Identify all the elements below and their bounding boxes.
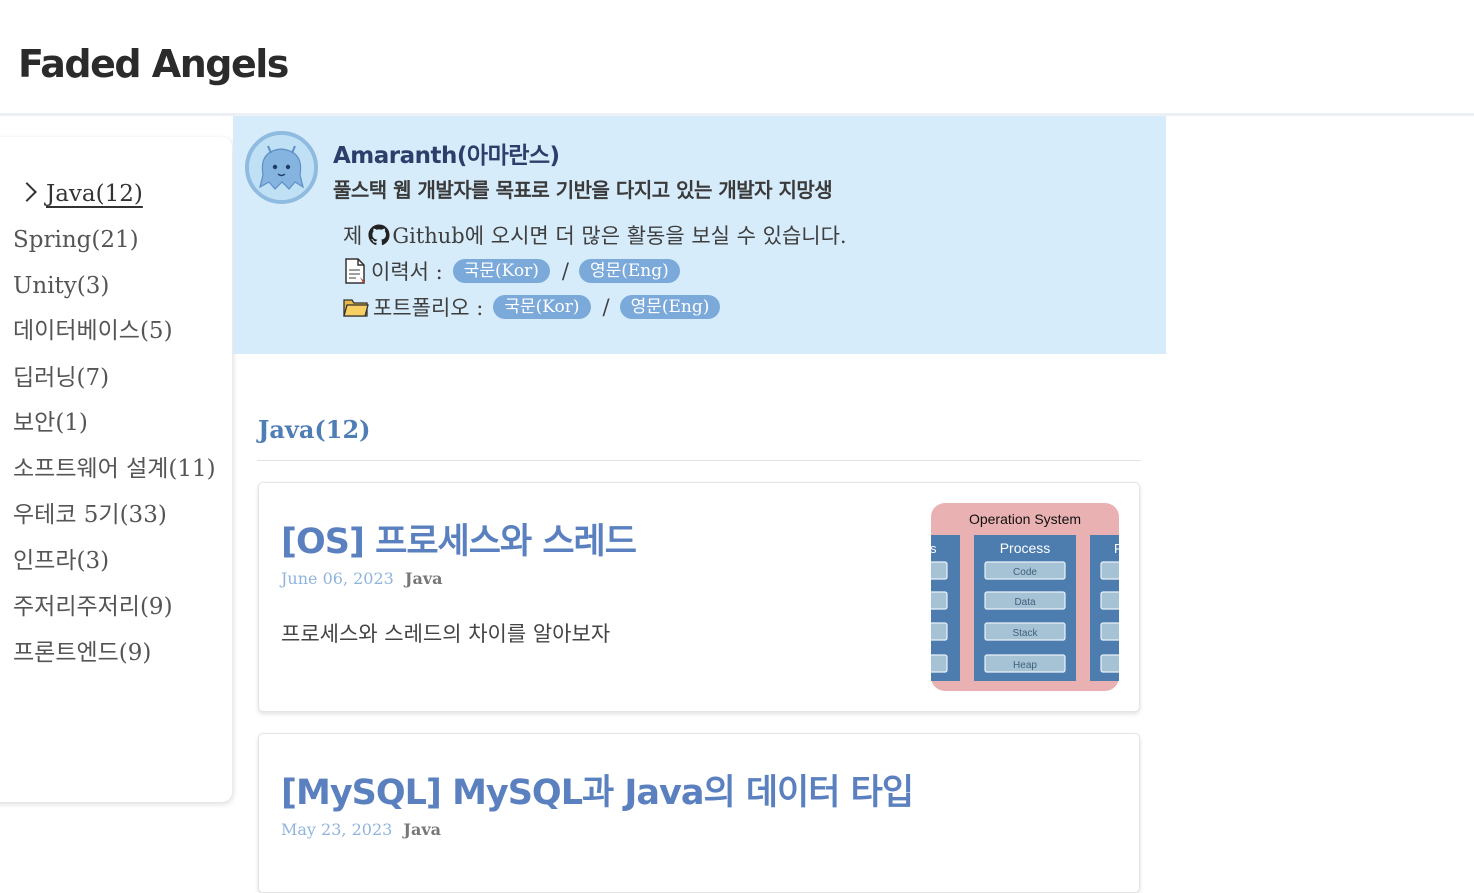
thumbnail-title: Operation System — [969, 511, 1081, 527]
category-item-spring[interactable]: Spring(21) — [13, 225, 139, 255]
avatar-image — [249, 135, 314, 200]
post-date: June 06, 2023 — [281, 569, 394, 588]
resume-label: 이력서 : — [371, 260, 443, 284]
category-item-infra[interactable]: 인프라(3) — [13, 546, 109, 576]
site-title[interactable]: Faded Angels — [18, 38, 289, 90]
portfolio-eng-link[interactable]: 영문(Eng) — [619, 295, 721, 319]
thumbnail-segment: Heap — [1013, 660, 1037, 671]
post-thumbnail[interactable]: Operation System Process s P Code Data S… — [931, 503, 1119, 691]
category-label: 소프트웨어 설계(11) — [13, 456, 216, 482]
github-prefix: 제 — [343, 224, 363, 248]
separator: / — [561, 259, 569, 283]
category-item-frontend[interactable]: 프론트엔드(9) — [13, 638, 151, 668]
separator: / — [602, 295, 610, 319]
thumbnail-side-label: P — [1114, 541, 1119, 556]
thumbnail-segment: Code — [1013, 567, 1037, 578]
document-icon — [345, 258, 365, 284]
category-label: 프론트엔드(9) — [13, 640, 152, 666]
profile-card: Amaranth(아마란스) 풀스택 웹 개발자를 목표로 기반을 다지고 있는… — [233, 116, 1166, 354]
category-label: Unity(3) — [13, 273, 110, 299]
portfolio-line: 포트폴리오 : 국문(Kor) / 영문(Eng) — [343, 292, 721, 322]
category-item-unity[interactable]: Unity(3) — [13, 271, 109, 301]
post-title[interactable]: [OS] 프로세스와 스레드 — [281, 513, 637, 564]
resume-kor-link[interactable]: 국문(Kor) — [452, 259, 550, 283]
post-meta: May 23, 2023 Java — [281, 820, 441, 839]
category-label: 데이터베이스(5) — [13, 318, 173, 344]
category-item-wooteco[interactable]: 우테코 5기(33) — [13, 500, 167, 530]
category-item-ramblings[interactable]: 주저리주저리(9) — [13, 592, 173, 622]
site-header: Faded Angels — [0, 0, 1474, 116]
divider — [257, 460, 1141, 461]
thumbnail-process-label: Process — [1000, 540, 1051, 556]
resume-eng-link[interactable]: 영문(Eng) — [578, 259, 680, 283]
post-title[interactable]: [MySQL] MySQL과 Java의 데이터 타입 — [281, 764, 914, 815]
profile-name: Amaranth(아마란스) — [333, 143, 560, 169]
github-text[interactable]: Github에 오시면 더 많은 활동을 보실 수 있습니다. — [392, 220, 846, 250]
avatar — [245, 131, 318, 204]
portfolio-kor-link[interactable]: 국문(Kor) — [493, 295, 591, 319]
thumbnail-segment: Stack — [1012, 628, 1038, 639]
category-item-software-design[interactable]: 소프트웨어 설계(11) — [13, 454, 216, 484]
category-sidebar: Java(12) Spring(21) Unity(3) 데이터베이스(5) 딥… — [0, 137, 232, 802]
post-date: May 23, 2023 — [281, 820, 393, 839]
post-excerpt: 프로세스와 스레드의 차이를 알아보자 — [281, 622, 611, 646]
resume-line: 이력서 : 국문(Kor) / 영문(Eng) — [343, 256, 680, 286]
thumbnail-side-label: s — [931, 541, 937, 556]
category-heading: Java(12) — [258, 415, 371, 444]
github-icon[interactable] — [368, 224, 390, 246]
category-label: 인프라(3) — [13, 548, 110, 574]
folder-icon — [343, 299, 369, 317]
category-item-database[interactable]: 데이터베이스(5) — [13, 316, 173, 346]
category-item-java[interactable]: Java(12) — [17, 179, 143, 209]
thumbnail-segment: Data — [1014, 597, 1036, 608]
category-label: Java(12) — [46, 181, 143, 207]
category-label: 우테코 5기(33) — [13, 502, 167, 528]
post-meta: June 06, 2023 Java — [281, 569, 443, 588]
post-card[interactable]: [OS] 프로세스와 스레드 June 06, 2023 Java 프로세스와 … — [258, 482, 1140, 712]
github-line: 제 Github에 오시면 더 많은 활동을 보실 수 있습니다. — [343, 220, 847, 250]
category-label: Spring(21) — [13, 227, 139, 253]
chevron-right-icon — [17, 182, 37, 202]
category-label: 딥러닝(7) — [13, 365, 110, 391]
category-item-security[interactable]: 보안(1) — [13, 408, 88, 438]
category-label: 보안(1) — [13, 410, 88, 436]
post-category: Java — [404, 569, 443, 588]
category-item-deep-learning[interactable]: 딥러닝(7) — [13, 363, 109, 393]
portfolio-label: 포트폴리오 : — [373, 296, 484, 320]
post-category: Java — [403, 820, 441, 839]
post-card[interactable]: [MySQL] MySQL과 Java의 데이터 타입 May 23, 2023… — [258, 733, 1140, 893]
profile-bio: 풀스택 웹 개발자를 목표로 기반을 다지고 있는 개발자 지망생 — [333, 178, 833, 202]
category-label: 주저리주저리(9) — [13, 594, 173, 620]
